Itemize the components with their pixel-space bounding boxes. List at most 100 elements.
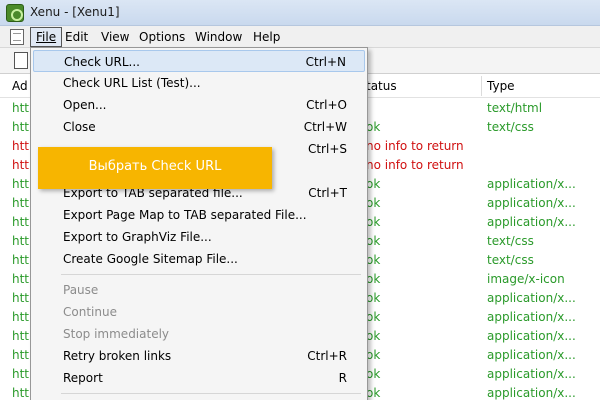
cell-status: ok [366, 348, 381, 362]
menu-item-shortcut: Ctrl+O [306, 98, 347, 112]
cell-address: htt [12, 196, 30, 210]
cell-status: ok [366, 253, 381, 267]
column-header-status[interactable]: tatus [366, 79, 397, 93]
menu-window[interactable]: Window [190, 28, 247, 46]
cell-status: ok [366, 367, 381, 381]
menu-item-label: Check URL List (Test)... [63, 76, 201, 90]
new-document-icon[interactable] [14, 52, 28, 69]
menu-separator [61, 393, 361, 394]
callout-annotation: Выбрать Check URL [38, 147, 272, 189]
cell-address: htt [12, 139, 30, 153]
menu-item-label: Continue [63, 305, 117, 319]
cell-type: text/html [487, 101, 543, 115]
cell-status: no info to return [366, 139, 464, 153]
cell-address: htt [12, 310, 30, 324]
menu-item-shortcut: Ctrl+W [303, 120, 347, 134]
menu-edit[interactable]: Edit [60, 28, 93, 46]
cell-type: text/css [487, 253, 534, 267]
menu-item-label: Check URL... [64, 55, 140, 69]
cell-type: application/x... [487, 215, 576, 229]
cell-type: application/x... [487, 291, 576, 305]
menu-item-export-page-map-to-tab-separated-file[interactable]: Export Page Map to TAB separated File... [33, 204, 365, 226]
menu-item-shortcut: Ctrl+N [305, 55, 346, 69]
cell-address: htt [12, 101, 30, 115]
menu-item-open[interactable]: Open... Ctrl+O [33, 94, 365, 116]
cell-status: ok [366, 386, 381, 400]
menu-item-create-google-sitemap-file[interactable]: Create Google Sitemap File... [33, 248, 365, 270]
cell-type: application/x... [487, 386, 576, 400]
cell-status: ok [366, 177, 381, 191]
cell-type: image/x-icon [487, 272, 565, 286]
cell-type: application/x... [487, 310, 576, 324]
callout-text: Выбрать Check URL [88, 159, 222, 174]
menu-view-label: View [101, 30, 130, 44]
cell-address: htt [12, 120, 30, 134]
menu-options-label: Options [139, 30, 186, 44]
menu-view[interactable]: View [96, 28, 134, 46]
menu-item-shortcut: R [338, 371, 347, 385]
window-title: Xenu - [Xenu1] [30, 5, 120, 19]
menu-item-label: Open... [63, 98, 107, 112]
cell-address: htt [12, 367, 30, 381]
column-header-address[interactable]: Ad [12, 79, 28, 93]
menu-item-retry-broken-links[interactable]: Retry broken links Ctrl+R [33, 345, 365, 367]
cell-status: ok [366, 234, 381, 248]
cell-address: htt [12, 158, 30, 172]
title-bar: Xenu - [Xenu1] [0, 0, 600, 26]
menu-item-shortcut: Ctrl+S [307, 142, 347, 156]
cell-address: htt [12, 291, 30, 305]
cell-status: ok [366, 120, 381, 134]
cell-address: htt [12, 234, 30, 248]
menu-item-label: Export to GraphViz File... [63, 230, 212, 244]
cell-type: application/x... [487, 348, 576, 362]
cell-address: htt [12, 215, 30, 229]
cell-address: htt [12, 253, 30, 267]
cell-type: application/x... [487, 367, 576, 381]
menu-item-label: Export Page Map to TAB separated File... [63, 208, 307, 222]
cell-type: application/x... [487, 177, 576, 191]
cell-address: htt [12, 329, 30, 343]
menu-item-label: Create Google Sitemap File... [63, 252, 238, 266]
column-divider[interactable] [481, 76, 482, 96]
cell-status: ok [366, 196, 381, 210]
cell-type: application/x... [487, 329, 576, 343]
cell-status: ok [366, 215, 381, 229]
cell-status: ok [366, 329, 381, 343]
menu-options[interactable]: Options [134, 28, 190, 46]
cell-address: htt [12, 272, 30, 286]
cell-status: ok [366, 291, 381, 305]
menu-item-pause: Pause [33, 279, 365, 301]
menu-item-continue: Continue [33, 301, 365, 323]
menu-bar: File Edit View Options Window Help [0, 26, 600, 48]
column-header-type[interactable]: Type [487, 79, 515, 93]
menu-item-shortcut: Ctrl+R [307, 349, 347, 363]
cell-address: htt [12, 348, 30, 362]
menu-item-label: Report [63, 371, 103, 385]
menu-item-label: Stop immediately [63, 327, 170, 341]
menu-item-export-to-graphviz-file[interactable]: Export to GraphViz File... [33, 226, 365, 248]
menu-file-label: File [36, 30, 57, 44]
cell-type: application/x... [487, 196, 576, 210]
menu-item-check-url[interactable]: Check URL... Ctrl+N [33, 50, 365, 72]
menu-help-label: Help [253, 30, 281, 44]
menu-item-close[interactable]: Close Ctrl+W [33, 116, 365, 138]
xenu-app-icon[interactable] [6, 4, 24, 22]
menu-file[interactable]: File [30, 27, 63, 47]
menu-item-report[interactable]: Report R [33, 367, 365, 389]
cell-type: text/css [487, 234, 534, 248]
menu-help[interactable]: Help [248, 28, 285, 46]
document-menu-icon[interactable] [10, 29, 24, 45]
menu-item-label: Retry broken links [63, 349, 172, 363]
menu-separator [61, 274, 361, 275]
menu-item-label: Pause [63, 283, 99, 297]
menu-item-shortcut: Ctrl+T [308, 186, 347, 200]
menu-item-check-url-list-test[interactable]: Check URL List (Test)... [33, 72, 365, 94]
cell-address: htt [12, 177, 30, 191]
menu-item-stop-immediately: Stop immediately [33, 323, 365, 345]
cell-address: htt [12, 386, 30, 400]
menu-window-label: Window [195, 30, 243, 44]
cell-type: text/css [487, 120, 534, 134]
cell-status: ok [366, 272, 381, 286]
cell-status: no info to return [366, 158, 464, 172]
file-menu-dropdown: Check URL... Ctrl+N Check URL List (Test).… [30, 47, 368, 400]
